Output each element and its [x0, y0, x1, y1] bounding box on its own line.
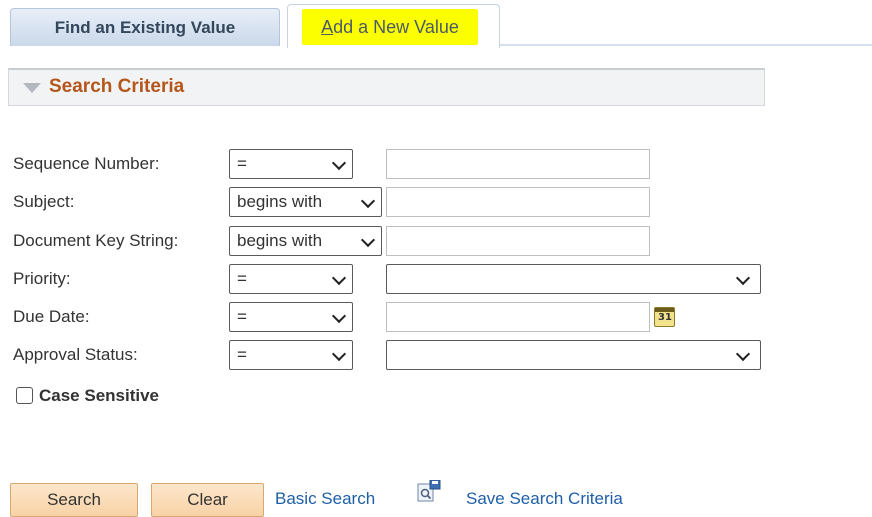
case-sensitive-checkbox[interactable]	[16, 387, 33, 404]
chevron-down-icon	[735, 270, 751, 286]
search-button[interactable]: Search	[10, 483, 138, 517]
tab-add-new-value-label: Add a New Value	[302, 9, 478, 45]
chevron-down-icon	[360, 232, 376, 248]
save-search-icon-disk-label	[432, 481, 438, 484]
chevron-down-icon	[331, 155, 347, 171]
basic-search-link[interactable]: Basic Search	[275, 489, 375, 509]
chevron-down-icon	[735, 346, 751, 362]
tab-add-label-rest: dd a New Value	[333, 17, 459, 37]
sequence-number-input[interactable]	[386, 149, 650, 179]
tab-find-existing-value[interactable]: Find an Existing Value	[10, 8, 280, 46]
case-sensitive-label[interactable]: Case Sensitive	[39, 386, 159, 406]
triangle-down-icon[interactable]	[23, 83, 41, 93]
save-search-criteria-link[interactable]: Save Search Criteria	[466, 489, 623, 509]
due-date-operator-value: =	[237, 307, 247, 326]
tab-add-new-value[interactable]: Add a New Value	[287, 4, 500, 48]
chevron-down-icon	[331, 346, 347, 362]
due-date-label: Due Date:	[13, 307, 90, 326]
priority-operator-select[interactable]: =	[229, 264, 353, 294]
due-date-operator-select[interactable]: =	[229, 302, 353, 332]
tab-add-accesskey: A	[321, 17, 334, 37]
subject-operator-value: begins with	[237, 192, 323, 211]
priority-operator-value: =	[237, 269, 247, 288]
search-criteria-title: Search Criteria	[49, 76, 185, 97]
search-criteria-header[interactable]: Search Criteria	[8, 68, 765, 106]
row-due-date: Due Date: = 31	[0, 301, 872, 333]
approval-status-operator-value: =	[237, 345, 247, 364]
row-approval-status: Approval Status: =	[0, 339, 872, 371]
case-sensitive-row: Case Sensitive	[16, 385, 266, 409]
priority-label: Priority:	[13, 269, 71, 288]
subject-label: Subject:	[13, 192, 75, 211]
save-search-icon[interactable]	[417, 480, 441, 502]
approval-status-operator-select[interactable]: =	[229, 340, 353, 370]
sequence-number-operator-value: =	[237, 154, 247, 173]
document-key-string-input[interactable]	[386, 226, 650, 256]
priority-value-select[interactable]	[386, 264, 761, 294]
row-sequence-number: Sequence Number: =	[0, 148, 872, 180]
chevron-down-icon	[331, 270, 347, 286]
row-subject: Subject: begins with	[0, 186, 872, 218]
clear-button[interactable]: Clear	[151, 483, 264, 517]
sequence-number-label: Sequence Number:	[13, 154, 160, 173]
chevron-down-icon	[331, 308, 347, 324]
page-tabs: Find an Existing Value Add a New Value	[0, 0, 872, 48]
tab-baseline	[500, 44, 872, 46]
subject-input[interactable]	[386, 187, 650, 217]
document-key-string-operator-value: begins with	[237, 231, 323, 250]
calendar-icon-number: 31	[658, 312, 672, 323]
row-priority: Priority: =	[0, 263, 872, 295]
document-key-string-label: Document Key String:	[13, 231, 179, 250]
approval-status-value-select[interactable]	[386, 340, 761, 370]
document-key-string-operator-select[interactable]: begins with	[229, 226, 382, 256]
calendar-icon[interactable]: 31	[654, 307, 675, 327]
chevron-down-icon	[360, 193, 376, 209]
subject-operator-select[interactable]: begins with	[229, 187, 382, 217]
approval-status-label: Approval Status:	[13, 345, 138, 364]
sequence-number-operator-select[interactable]: =	[229, 149, 353, 179]
due-date-input[interactable]	[386, 302, 650, 332]
row-document-key-string: Document Key String: begins with	[0, 225, 872, 257]
